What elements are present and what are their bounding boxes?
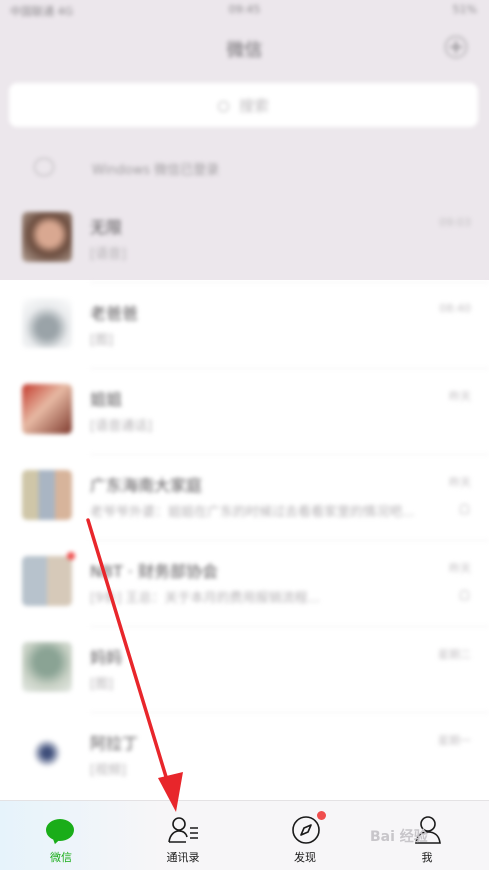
chat-message: [9条] 王总：关于本月的费用报销流程... [90, 591, 320, 606]
avatar [22, 556, 72, 606]
contacts-icon [168, 817, 198, 843]
page-title: 微信 [226, 40, 263, 61]
divider [90, 282, 489, 283]
tab-label: 发现 [294, 851, 316, 864]
chat-name: 广东海南大家庭 [90, 476, 203, 495]
chat-time: 星期二 [438, 648, 471, 661]
wechat-screen: 中国联通 4G 09:45 51% 微信 搜索 Windows 微信已登录 无限… [0, 0, 489, 870]
chat-message: [视频] [90, 763, 127, 778]
divider [90, 454, 489, 455]
search-placeholder: 搜索 [238, 97, 269, 115]
divider [90, 626, 489, 627]
chat-message: [图] [90, 333, 114, 348]
plus-circle-icon[interactable] [445, 36, 467, 58]
chat-name: 姐姐 [90, 390, 123, 409]
tab-contacts[interactable]: 通讯录 [122, 801, 244, 870]
clock-label: 09:45 [228, 3, 261, 16]
mute-icon [460, 504, 469, 514]
chat-row[interactable]: 老爸爸 [图] 08:40 [0, 282, 489, 368]
badge-dot [317, 811, 326, 820]
chat-message: 老爷爷外婆：姐姐在广东的时候过去看看家里的情况吧... [90, 505, 415, 520]
chat-row[interactable]: 阿拉丁 [视频] 星期一 [0, 712, 489, 798]
chat-time: 昨天 [449, 476, 471, 489]
compass-icon [292, 816, 320, 844]
chat-bubble-icon [46, 819, 74, 841]
windows-login-text: Windows 微信已登录 [92, 163, 220, 178]
chat-time: 08:40 [439, 302, 471, 315]
search-input[interactable]: 搜索 [9, 83, 478, 127]
chat-name: 阿拉丁 [90, 734, 139, 753]
unread-dot [67, 552, 75, 560]
chat-message: [语音通话] [90, 419, 153, 434]
battery-label: 51% [452, 3, 477, 16]
chat-time: 昨天 [449, 562, 471, 575]
avatar [22, 470, 72, 520]
chat-time: 昨天 [449, 390, 471, 403]
avatar [22, 212, 72, 262]
chat-message: [图] [90, 677, 114, 692]
avatar [22, 728, 72, 778]
chat-name: 无限 [90, 218, 123, 237]
divider [90, 712, 489, 713]
avatar [22, 384, 72, 434]
chat-row[interactable]: 无限 [语音] 09:03 [0, 196, 489, 282]
divider [90, 540, 489, 541]
avatar [22, 642, 72, 692]
chat-name: 妈妈 [90, 648, 123, 667]
tab-label: 微信 [50, 851, 72, 864]
chat-row[interactable]: NBT · 财务部协会 [9条] 王总：关于本月的费用报销流程... 昨天 [0, 540, 489, 626]
chat-row[interactable]: 广东海南大家庭 老爷爷外婆：姐姐在广东的时候过去看看家里的情况吧... 昨天 [0, 454, 489, 540]
search-icon [217, 101, 229, 112]
tab-chats[interactable]: 微信 [0, 801, 122, 870]
chat-message: [语音] [90, 247, 127, 262]
chat-name: NBT · 财务部协会 [90, 562, 218, 581]
windows-login-banner[interactable]: Windows 微信已登录 [0, 148, 489, 188]
chat-time: 09:03 [439, 216, 471, 229]
divider [90, 368, 489, 369]
chat-time: 星期一 [438, 734, 471, 747]
monitor-icon [34, 158, 54, 176]
mute-icon [460, 590, 469, 600]
chat-row[interactable]: 妈妈 [图] 星期二 [0, 626, 489, 712]
status-bar: 中国联通 4G 09:45 51% [0, 0, 489, 22]
avatar [22, 298, 72, 348]
watermark-text: Bai 经验 [370, 829, 428, 845]
tab-label: 我 [421, 851, 433, 864]
chat-row[interactable]: 姐姐 [语音通话] 昨天 [0, 368, 489, 454]
chat-name: 老爸爸 [90, 304, 139, 323]
tab-discover[interactable]: 发现 [244, 801, 366, 870]
tab-label: 通讯录 [166, 851, 200, 864]
